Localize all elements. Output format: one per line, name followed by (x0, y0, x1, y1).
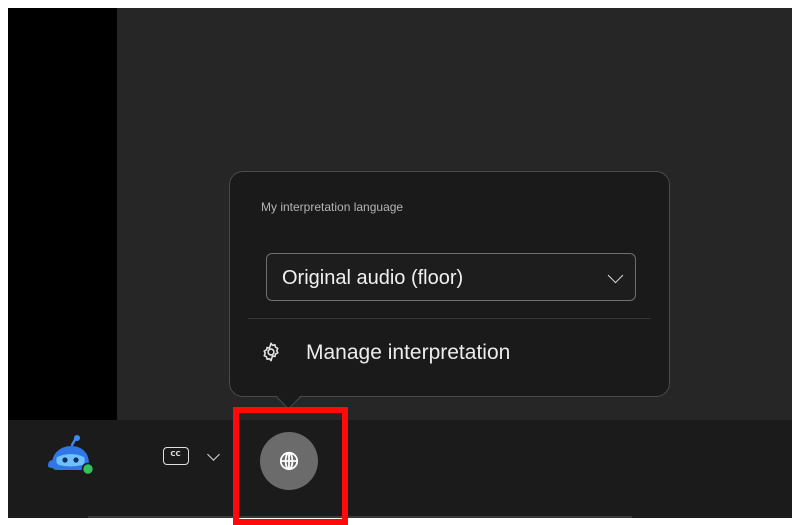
gear-icon (263, 342, 279, 362)
selected-language: Original audio (floor) (282, 267, 464, 289)
interpretation-button[interactable] (260, 432, 318, 490)
manage-interpretation-button[interactable]: Manage interpretation (250, 332, 630, 374)
globe-icon (279, 451, 299, 471)
interpretation-language-popover: My interpretation language Original audi… (229, 171, 670, 397)
popover-title: My interpretation language (261, 200, 404, 214)
assistant-bot-icon[interactable] (46, 434, 96, 476)
manage-interpretation-label: Manage interpretation (306, 341, 511, 364)
interpretation-language-select[interactable]: Original audio (floor) (266, 253, 636, 301)
closed-captions-icon: CC (163, 447, 189, 465)
popover-divider (248, 318, 651, 319)
chevron-down-icon[interactable] (207, 448, 220, 461)
meeting-toolbar (8, 420, 792, 518)
chevron-down-icon (607, 267, 624, 284)
closed-captions-button[interactable]: CC (163, 443, 233, 473)
captions-badge-text: CC (170, 450, 181, 458)
side-panel (8, 8, 117, 420)
